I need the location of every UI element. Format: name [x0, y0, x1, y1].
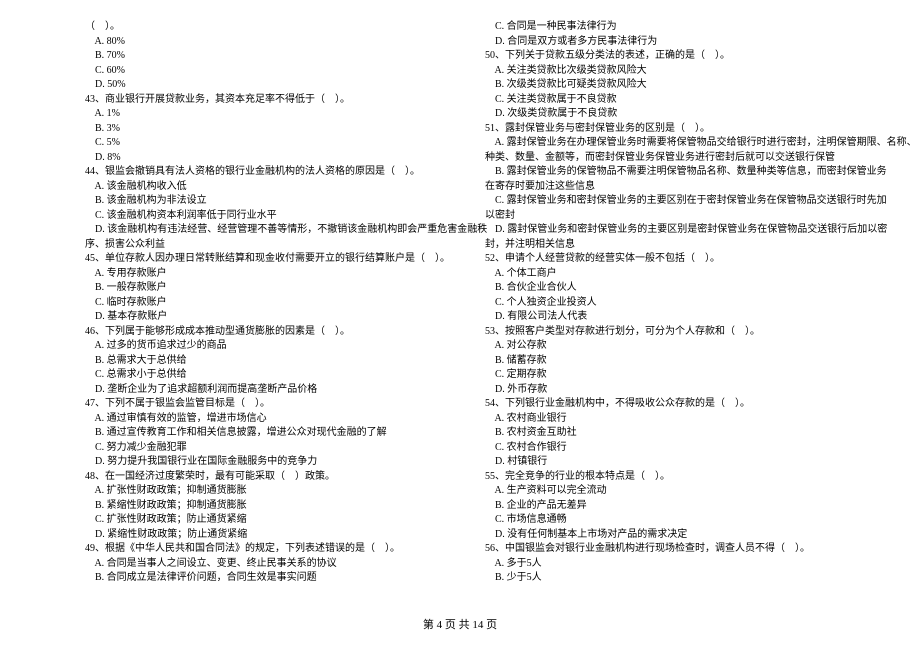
text-line: A. 露封保管业务在办理保管业务时需要将保管物品交给银行时进行密封，注明保管期限…	[485, 136, 865, 151]
text-line: 53、按照客户类型对存款进行划分，可分为个人存款和（ ）。	[485, 325, 865, 340]
text-line: C. 扩张性财政政策；防止通货紧缩	[85, 513, 465, 528]
text-line: B. 企业的产品无差异	[485, 499, 865, 514]
text-line: B. 总需求大于总供给	[85, 354, 465, 369]
text-line: B. 少于5人	[485, 571, 865, 586]
text-line: A. 生产资料可以完全流动	[485, 484, 865, 499]
text-line: B. 该金融机构为非法设立	[85, 194, 465, 209]
text-line: 51、露封保管业务与密封保管业务的区别是（ ）。	[485, 122, 865, 137]
text-line: 43、商业银行开展贷款业务，其资本充足率不得低于（ ）。	[85, 93, 465, 108]
text-line: B. 露封保管业务的保管物品不需要注明保管物品名称、数量种类等信息，而密封保管业…	[485, 165, 865, 180]
text-line: （ ）。	[85, 20, 465, 35]
text-line: A. 农村商业银行	[485, 412, 865, 427]
text-line: 46、下列属于能够形成成本推动型通货膨胀的因素是（ ）。	[85, 325, 465, 340]
document-content: （ ）。 A. 80% B. 70% C. 60% D. 50%43、商业银行开…	[0, 0, 920, 586]
text-line: 44、银监会撤销具有法人资格的银行业金融机构的法人资格的原因是（ ）。	[85, 165, 465, 180]
text-line: C. 临时存款账户	[85, 296, 465, 311]
text-line: 以密封	[485, 209, 865, 224]
text-line: B. 农村资金互助社	[485, 426, 865, 441]
text-line: A. 个体工商户	[485, 267, 865, 282]
text-line: D. 露封保管业务和密封保管业务的主要区别是密封保管业务在保管物品交送银行后加以…	[485, 223, 865, 238]
text-line: A. 合同是当事人之间设立、变更、终止民事关系的协议	[85, 557, 465, 572]
text-line: 封，并注明相关信息	[485, 238, 865, 253]
left-column: （ ）。 A. 80% B. 70% C. 60% D. 50%43、商业银行开…	[85, 20, 465, 586]
text-line: 54、下列银行业金融机构中，不得吸收公众存款的是（ ）。	[485, 397, 865, 412]
right-column: C. 合同是一种民事法律行为 D. 合同是双方或者多方民事法律行为50、下列关于…	[485, 20, 865, 586]
text-line: 48、在一国经济过度繁荣时，最有可能采取（ ）政策。	[85, 470, 465, 485]
page-footer: 第 4 页 共 14 页	[0, 616, 920, 632]
text-line: A. 过多的货币追求过少的商品	[85, 339, 465, 354]
text-line: D. 村镇银行	[485, 455, 865, 470]
text-line: D. 有限公司法人代表	[485, 310, 865, 325]
text-line: 45、单位存款人因办理日常转账结算和现金收付需要开立的银行结算账户是（ ）。	[85, 252, 465, 267]
text-line: 47、下列不属于银监会监管目标是（ ）。	[85, 397, 465, 412]
text-line: B. 次级类贷款比可疑类贷款风险大	[485, 78, 865, 93]
text-line: C. 市场信息通畅	[485, 513, 865, 528]
text-line: B. 紧缩性财政政策；抑制通货膨胀	[85, 499, 465, 514]
text-line: A. 对公存款	[485, 339, 865, 354]
text-line: A. 扩张性财政政策；抑制通货膨胀	[85, 484, 465, 499]
text-line: 52、申请个人经营贷款的经营实体一般不包括（ ）。	[485, 252, 865, 267]
text-line: C. 个人独资企业投资人	[485, 296, 865, 311]
text-line: C. 关注类贷款属于不良贷款	[485, 93, 865, 108]
text-line: C. 努力减少金融犯罪	[85, 441, 465, 456]
text-line: 在寄存时要加注这些信息	[485, 180, 865, 195]
text-line: 55、完全竞争的行业的根本特点是（ ）。	[485, 470, 865, 485]
text-line: C. 农村合作银行	[485, 441, 865, 456]
text-line: A. 1%	[85, 107, 465, 122]
text-line: C. 该金融机构资本利润率低于同行业水平	[85, 209, 465, 224]
text-line: A. 通过审慎有效的监管，增进市场信心	[85, 412, 465, 427]
text-line: D. 垄断企业为了追求超额利润而提高垄断产品价格	[85, 383, 465, 398]
text-line: B. 合同成立是法律评价问题，合同生效是事实问题	[85, 571, 465, 586]
text-line: B. 储蓄存款	[485, 354, 865, 369]
text-line: D. 紧缩性财政政策；防止通货紧缩	[85, 528, 465, 543]
text-line: C. 5%	[85, 136, 465, 151]
text-line: D. 该金融机构有违法经营、经营管理不善等情形，不撤销该金融机构即会严重危害金融…	[85, 223, 465, 238]
text-line: C. 露封保管业务和密封保管业务的主要区别在于密封保管业务在保管物品交送银行时先…	[485, 194, 865, 209]
text-line: D. 努力提升我国银行业在国际金融服务中的竞争力	[85, 455, 465, 470]
text-line: B. 一般存款账户	[85, 281, 465, 296]
text-line: C. 60%	[85, 64, 465, 79]
text-line: 49、根据《中华人民共和国合同法》的规定，下列表述错误的是（ ）。	[85, 542, 465, 557]
text-line: C. 合同是一种民事法律行为	[485, 20, 865, 35]
text-line: A. 专用存款账户	[85, 267, 465, 282]
text-line: B. 70%	[85, 49, 465, 64]
text-line: B. 通过宣传教育工作和相关信息披露，增进公众对现代金融的了解	[85, 426, 465, 441]
text-line: D. 8%	[85, 151, 465, 166]
text-line: D. 没有任何制基本上市场对产品的需求决定	[485, 528, 865, 543]
text-line: A. 80%	[85, 35, 465, 50]
text-line: A. 关注类贷款比次级类贷款风险大	[485, 64, 865, 79]
text-line: 序、损害公众利益	[85, 238, 465, 253]
text-line: D. 基本存款账户	[85, 310, 465, 325]
text-line: B. 3%	[85, 122, 465, 137]
text-line: C. 总需求小于总供给	[85, 368, 465, 383]
text-line: D. 次级类贷款属于不良贷款	[485, 107, 865, 122]
text-line: C. 定期存款	[485, 368, 865, 383]
text-line: B. 合伙企业合伙人	[485, 281, 865, 296]
text-line: A. 该金融机构收入低	[85, 180, 465, 195]
text-line: A. 多于5人	[485, 557, 865, 572]
text-line: 56、中国银监会对银行业金融机构进行现场检查时，调查人员不得（ ）。	[485, 542, 865, 557]
text-line: D. 50%	[85, 78, 465, 93]
text-line: 种类、数量、金额等，而密封保管业务保管业务进行密封后就可以交送银行保管	[485, 151, 865, 166]
text-line: 50、下列关于贷款五级分类法的表述，正确的是（ ）。	[485, 49, 865, 64]
text-line: D. 外币存款	[485, 383, 865, 398]
text-line: D. 合同是双方或者多方民事法律行为	[485, 35, 865, 50]
